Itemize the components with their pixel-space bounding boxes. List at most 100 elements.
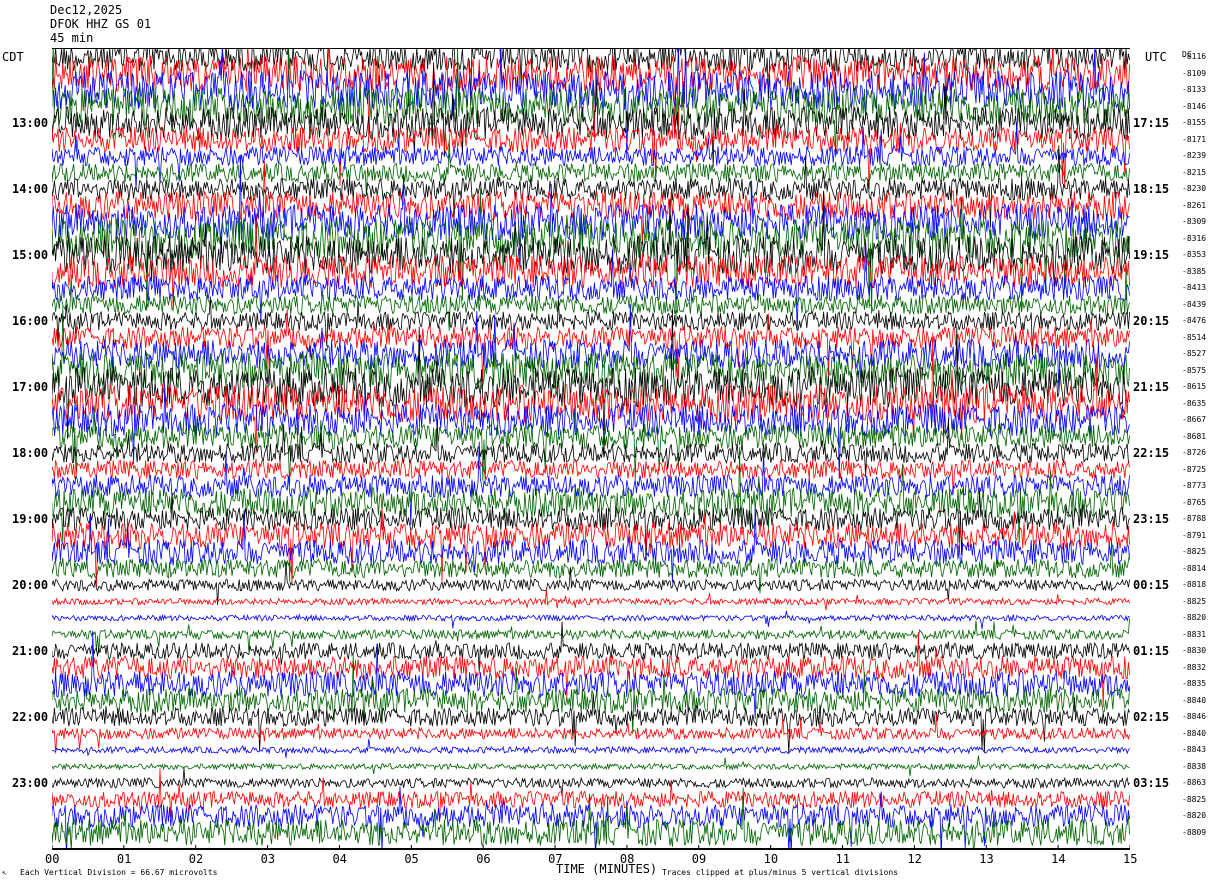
dc-offset-label: -8413 [1182, 283, 1207, 293]
left-hour-label: 20:00 [12, 578, 49, 593]
dc-offset-label: -8820 [1182, 811, 1207, 820]
dc-offset-label: -8146 [1182, 101, 1207, 111]
x-tick-label: 06 [476, 852, 491, 866]
dc-offset-label: -8635 [1182, 398, 1207, 408]
x-tick-label: 04 [332, 852, 347, 866]
x-tick-label: 01 [116, 852, 132, 866]
trace-line [52, 755, 1130, 777]
dc-offset-label: -8820 [1182, 613, 1207, 623]
dc-offset-label: -8171 [1182, 134, 1207, 144]
right-hour-label: 19:15 [1133, 248, 1170, 263]
dc-offset-label: -8835 [1182, 679, 1207, 689]
dc-offset-label: -8514 [1182, 332, 1207, 342]
dc-offset-label: -8818 [1182, 580, 1207, 590]
trace-line [52, 738, 1130, 758]
left-hour-label: 14:00 [12, 182, 49, 197]
dc-offset-label: -8814 [1182, 563, 1207, 573]
dc-offset-label: -8788 [1182, 514, 1207, 524]
trace-line [52, 107, 1130, 190]
dc-offset-label: -8863 [1182, 778, 1207, 788]
right-hour-label: 01:15 [1133, 644, 1170, 659]
right-hour-label: 02:15 [1133, 710, 1170, 725]
dc-offset-label: -8215 [1182, 167, 1207, 177]
trace-line [52, 589, 1130, 611]
dc-offset-label: -8825 [1182, 596, 1207, 606]
station-name: DFOK HHZ GS 01 [50, 17, 152, 31]
x-tick-label: 02 [188, 852, 204, 866]
dc-offset-label: -8239 [1182, 151, 1207, 161]
x-tick-label: 03 [260, 852, 276, 866]
dc-offset-label: -8840 [1182, 695, 1207, 705]
right-hour-label: 03:15 [1133, 776, 1170, 791]
dc-offset-label: -8230 [1182, 184, 1207, 194]
dc-offset-label: -8765 [1182, 497, 1207, 507]
left-hour-label: 13:00 [12, 116, 49, 131]
right-hour-label: 20:15 [1133, 314, 1170, 329]
dc-offset-label: -8385 [1182, 266, 1207, 276]
dc-offset-label: -8846 [1182, 712, 1207, 722]
plot-date: Dec12,2025 [50, 3, 123, 17]
x-tick-label: 10 [763, 852, 779, 866]
dc-offset-label: -8109 [1182, 68, 1207, 78]
left-hour-label: 19:00 [12, 512, 49, 527]
dc-offset-label: -8791 [1182, 530, 1207, 540]
x-tick-label: 12 [907, 852, 922, 866]
dc-offset-label: -8615 [1182, 382, 1207, 392]
right-hour-label: 17:15 [1133, 116, 1170, 131]
left-hour-label: 17:00 [12, 380, 49, 395]
right-hour-label: 23:15 [1133, 512, 1170, 527]
dc-offset-label: -8831 [1182, 629, 1207, 639]
left-hour-label: 23:00 [12, 776, 49, 791]
x-tick-label: 05 [404, 852, 419, 866]
dc-offset-label: -8843 [1182, 745, 1207, 755]
dc-offset-label: -8309 [1182, 217, 1207, 227]
left-hour-label: 22:00 [12, 710, 49, 725]
right-hour-label: 22:15 [1133, 446, 1170, 461]
dc-offset-label: -8353 [1182, 250, 1207, 260]
left-hour-label: 21:00 [12, 644, 49, 659]
x-tick-label: 14 [1051, 852, 1066, 866]
dc-offset-label: -8527 [1182, 349, 1207, 359]
seismogram-traces [52, 49, 1130, 849]
helicorder-plot [52, 48, 1130, 850]
left-timezone-label: CDT [2, 50, 24, 64]
dc-offset-label: -8832 [1182, 662, 1207, 672]
dc-offset-label: -8116 [1182, 52, 1207, 62]
x-axis-title: TIME (MINUTES) [556, 862, 658, 876]
vertical-scale-note: Each Vertical Division = 66.67 microvolt… [20, 868, 218, 877]
x-axis-line [52, 848, 1130, 849]
dc-offset-label: -8838 [1182, 761, 1207, 771]
left-hour-label: 16:00 [12, 314, 49, 329]
plot-duration: 45 min [50, 31, 94, 45]
dc-offset-label: -8725 [1182, 464, 1207, 474]
right-hour-label: 18:15 [1133, 182, 1170, 197]
right-hour-label: 00:15 [1133, 578, 1170, 593]
dc-offset-label: -8667 [1182, 415, 1207, 425]
x-tick-label: 09 [691, 852, 707, 866]
x-tick-label: 15 [1123, 852, 1138, 866]
right-timezone-label: UTC [1145, 50, 1167, 64]
left-hour-label: 18:00 [12, 446, 49, 461]
x-tick-label: 11 [835, 852, 850, 866]
dc-offset-label: -8840 [1182, 728, 1207, 738]
dc-offset-label: -8809 [1182, 827, 1207, 837]
dc-offset-label: -8261 [1182, 200, 1207, 210]
dc-offset-label: -8825 [1182, 547, 1207, 557]
clip-note: Traces clipped at plus/minus 5 vertical … [662, 868, 899, 877]
dc-offset-label: -8773 [1182, 481, 1207, 491]
x-tick-label: 00 [45, 852, 60, 866]
dc-offset-label: -8133 [1182, 85, 1207, 95]
left-hour-label: 15:00 [12, 248, 49, 263]
dc-offset-label: -8681 [1182, 431, 1207, 441]
dc-offset-label: -8439 [1182, 299, 1207, 309]
corner-mark: ↖ [2, 868, 7, 877]
dc-offset-label: -8575 [1182, 365, 1207, 375]
dc-offset-label: -8830 [1182, 646, 1207, 656]
dc-offset-label: -8316 [1182, 233, 1207, 243]
dc-offset-label: -8476 [1182, 316, 1207, 326]
x-tick-label: 13 [979, 852, 994, 866]
trace-line [52, 610, 1130, 630]
dc-offset-label: -8726 [1182, 448, 1207, 458]
dc-offset-label: -8825 [1182, 794, 1207, 804]
dc-offset-label: -8155 [1182, 118, 1207, 128]
